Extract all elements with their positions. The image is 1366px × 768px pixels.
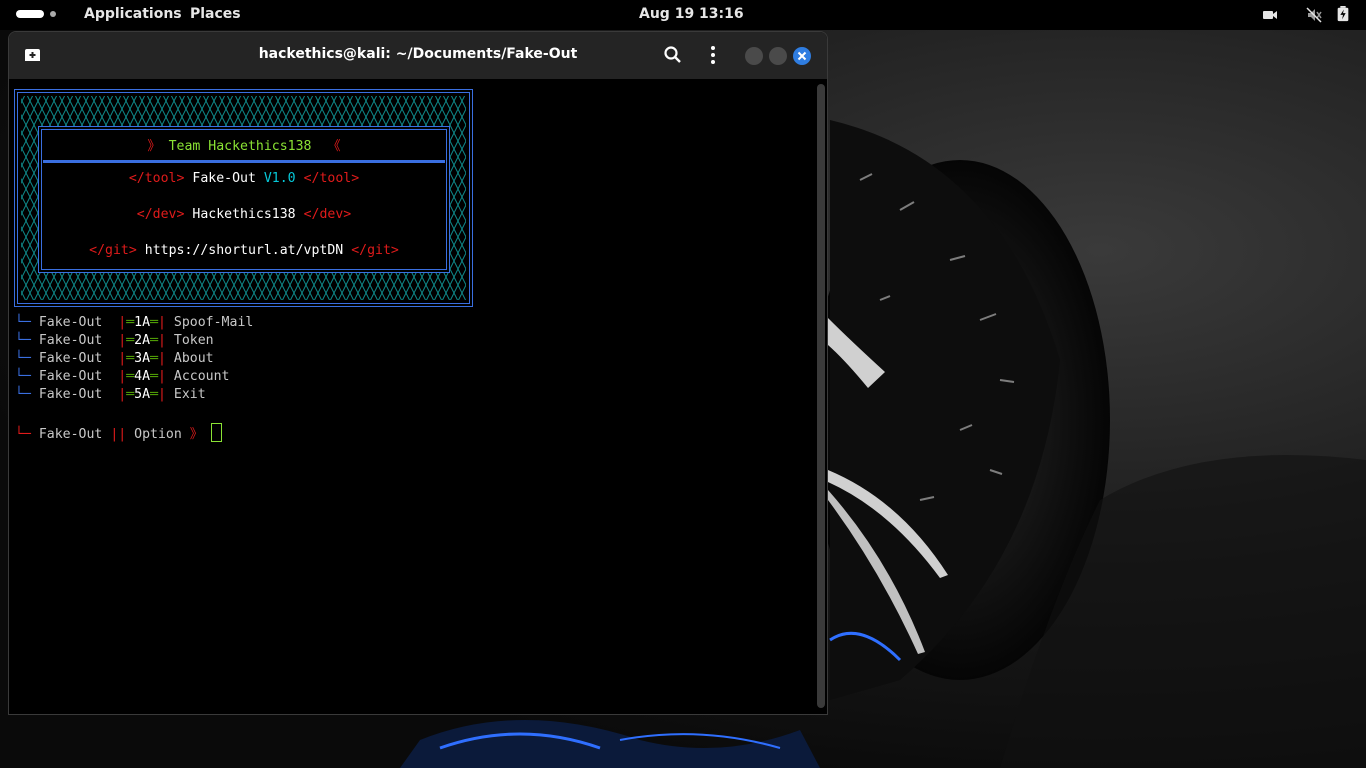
close-icon: [797, 51, 807, 61]
dev-line: </dev> Hackethics138 </dev>: [136, 207, 352, 222]
menu-item: └─ Fake-Out |═3A═| About: [15, 351, 214, 366]
volume-muted-icon[interactable]: [1306, 7, 1322, 23]
menu-item: └─ Fake-Out |═1A═| Spoof-Mail: [15, 315, 254, 330]
search-icon[interactable]: [662, 44, 684, 66]
banner-divider: [43, 160, 445, 163]
camera-icon[interactable]: [1262, 7, 1278, 23]
menu-item: └─ Fake-Out |═4A═| Account: [15, 369, 230, 384]
maximize-button[interactable]: [769, 47, 787, 65]
battery-icon[interactable]: [1335, 6, 1351, 22]
text-cursor: [210, 423, 222, 442]
applications-menu[interactable]: Applications: [84, 6, 182, 22]
git-line: </git> https://shorturl.at/vptDN </git>: [89, 243, 399, 258]
places-menu[interactable]: Places: [190, 6, 241, 22]
tool-line: </tool> Fake-Out V1.0 </tool>: [128, 171, 360, 186]
team-line: 》 Team Hackethics138 《: [147, 139, 341, 154]
menu-item: └─ Fake-Out |═2A═| Token: [15, 333, 214, 348]
banner-info-box: 》 Team Hackethics138 《 </tool> Fake-Out …: [38, 126, 450, 273]
window-titlebar[interactable]: hackethics@kali: ~/Documents/Fake-Out: [9, 32, 827, 79]
terminal-content[interactable]: 》 Team Hackethics138 《 </tool> Fake-Out …: [9, 80, 811, 714]
scrollbar[interactable]: [817, 84, 825, 708]
menu-item: └─ Fake-Out |═5A═| Exit: [15, 387, 206, 402]
option-prompt[interactable]: └─ Fake-Out || Option 》: [15, 423, 222, 442]
tool-banner: 》 Team Hackethics138 《 </tool> Fake-Out …: [14, 89, 473, 307]
close-button[interactable]: [793, 47, 811, 65]
workspace-active-pill: [16, 10, 44, 18]
workspace-dot: [50, 11, 56, 17]
clock[interactable]: Aug 19 13:16: [639, 6, 744, 22]
kebab-menu-icon[interactable]: [702, 44, 724, 66]
activities-indicator[interactable]: [16, 10, 56, 18]
minimize-button[interactable]: [745, 47, 763, 65]
terminal-window[interactable]: hackethics@kali: ~/Documents/Fake-Out 》 …: [8, 31, 828, 715]
top-panel: Applications Places Aug 19 13:16: [0, 0, 1366, 30]
